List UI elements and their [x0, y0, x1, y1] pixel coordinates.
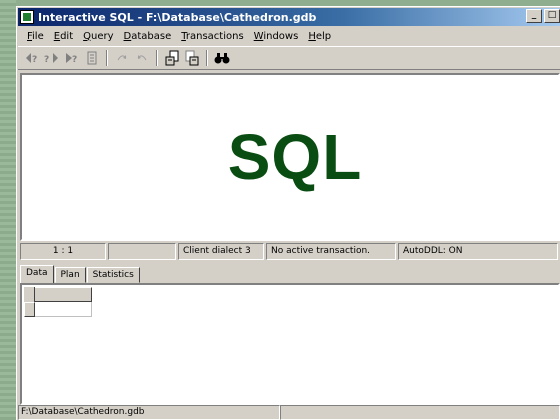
tab-statistics[interactable]: Statistics [86, 267, 140, 283]
svg-text:?: ? [44, 55, 49, 65]
tab-plan[interactable]: Plan [54, 267, 86, 283]
menu-transactions[interactable]: Transactions [176, 31, 248, 42]
app-icon[interactable] [20, 10, 34, 24]
autoddl-status: AutoDDL: ON [398, 243, 558, 260]
window-title: Interactive SQL - F:\Database\Cathedron.… [38, 10, 317, 24]
sql-editor[interactable]: SQL [20, 73, 560, 241]
grid-corner [24, 287, 35, 302]
menu-file[interactable]: File [22, 31, 49, 42]
toolbar-separator [156, 50, 158, 66]
svg-text:?: ? [72, 55, 77, 65]
cursor-position: 1 : 1 [20, 243, 106, 260]
window-status-bar: F:\Database\Cathedron.gdb [18, 405, 560, 420]
status-blank-panel [108, 243, 176, 260]
prepare-icon[interactable] [82, 49, 102, 67]
rollback-icon[interactable] [132, 49, 152, 67]
execute-query-icon[interactable]: ? [62, 49, 82, 67]
grid-row-header[interactable] [24, 302, 35, 317]
toolbar-separator [106, 50, 108, 66]
interactive-sql-window: Interactive SQL - F:\Database\Cathedron.… [16, 6, 560, 420]
editor-status-bar: 1 : 1 Client dialect 3 No active transac… [20, 243, 560, 260]
desktop-backdrop [0, 0, 16, 420]
results-tabs: Data Plan Statistics [20, 265, 141, 284]
menu-help[interactable]: Help [303, 31, 336, 42]
save-script-icon[interactable] [182, 49, 202, 67]
maximize-button[interactable]: □ [544, 9, 560, 23]
next-query-icon[interactable]: ? [42, 49, 62, 67]
svg-text:?: ? [32, 55, 37, 65]
menu-edit[interactable]: Edit [49, 31, 78, 42]
menu-database[interactable]: Database [119, 31, 177, 42]
commit-icon[interactable] [112, 49, 132, 67]
transaction-status: No active transaction. [266, 243, 396, 260]
grid-cell[interactable] [35, 302, 92, 317]
toolbar: ? ? ? [18, 46, 560, 70]
client-dialect-status: Client dialect 3 [178, 243, 264, 260]
editor-text: SQL [227, 121, 363, 193]
title-bar[interactable]: Interactive SQL - F:\Database\Cathedron.… [18, 8, 560, 26]
load-script-icon[interactable] [162, 49, 182, 67]
menu-query[interactable]: Query [78, 31, 118, 42]
database-path-status: F:\Database\Cathedron.gdb [18, 405, 280, 420]
find-icon[interactable] [212, 49, 232, 67]
toolbar-separator [206, 50, 208, 66]
menu-windows[interactable]: Windows [249, 31, 304, 42]
tab-data[interactable]: Data [20, 265, 54, 284]
menu-bar: File Edit Query Database Transactions Wi… [18, 27, 560, 45]
status-blank-panel [280, 405, 560, 420]
minimize-button[interactable]: _ [526, 9, 542, 23]
previous-query-icon[interactable]: ? [22, 49, 42, 67]
results-grid-area[interactable] [20, 283, 560, 405]
window-controls: _ □ [526, 9, 560, 23]
